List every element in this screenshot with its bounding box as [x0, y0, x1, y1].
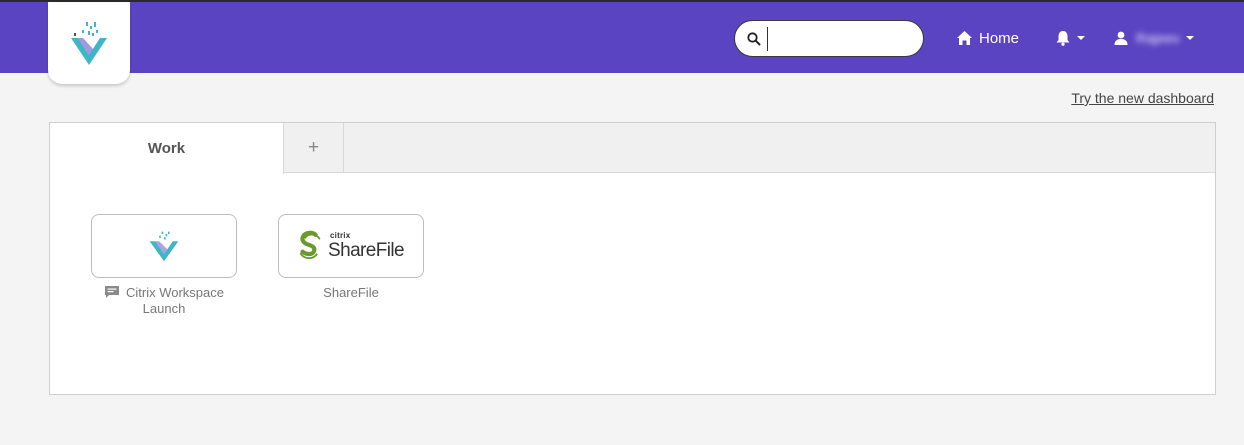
bell-icon: [1056, 31, 1070, 46]
citrix-workspace-icon: [149, 231, 179, 262]
sharefile-icon: [299, 230, 321, 259]
app-tile-citrix-workspace[interactable]: [91, 214, 237, 278]
tab-bar: Work +: [50, 123, 1215, 174]
user-menu[interactable]: Rajeev: [1114, 26, 1194, 50]
app-label-line1: Citrix Workspace: [125, 285, 224, 300]
home-icon: [957, 31, 972, 45]
citrix-workspace-logo-icon: [71, 22, 107, 65]
citrix-workspace-logo[interactable]: [48, 2, 130, 84]
app-label: ShareFile: [323, 285, 379, 300]
app-label: Citrix Workspace Launch: [91, 285, 237, 317]
message-icon: [104, 286, 119, 298]
home-label: Home: [979, 29, 1020, 47]
app-citrix-workspace-launch: Citrix Workspace Launch: [91, 214, 237, 317]
chevron-down-icon: [1185, 36, 1194, 40]
tab-work[interactable]: Work: [50, 123, 284, 174]
app-sharefile: citrix ShareFile ShareFile: [278, 214, 424, 301]
try-new-dashboard-link[interactable]: Try the new dashboard: [1071, 90, 1214, 106]
apps-panel: Work + Citrix Workspace Launch citrix Sh…: [49, 122, 1216, 395]
chevron-down-icon: [1077, 36, 1085, 40]
sharefile-wordmark: citrix ShareFile: [328, 230, 405, 261]
user-name: Rajeev: [1136, 30, 1180, 46]
app-tile-sharefile[interactable]: citrix ShareFile: [278, 214, 424, 278]
search-icon: [747, 31, 761, 46]
notifications-dropdown[interactable]: [1055, 26, 1085, 50]
top-navigation-bar: Home Rajeev: [0, 0, 1244, 84]
search-input[interactable]: [767, 26, 907, 51]
app-label-line2: Launch: [142, 301, 186, 316]
search-box[interactable]: [734, 20, 924, 57]
user-icon: [1114, 31, 1128, 45]
citrix-brand-text: citrix: [330, 230, 351, 240]
home-link[interactable]: Home: [957, 26, 1019, 50]
sharefile-brand-text: ShareFile: [328, 239, 405, 261]
add-tab-button[interactable]: +: [284, 123, 344, 173]
